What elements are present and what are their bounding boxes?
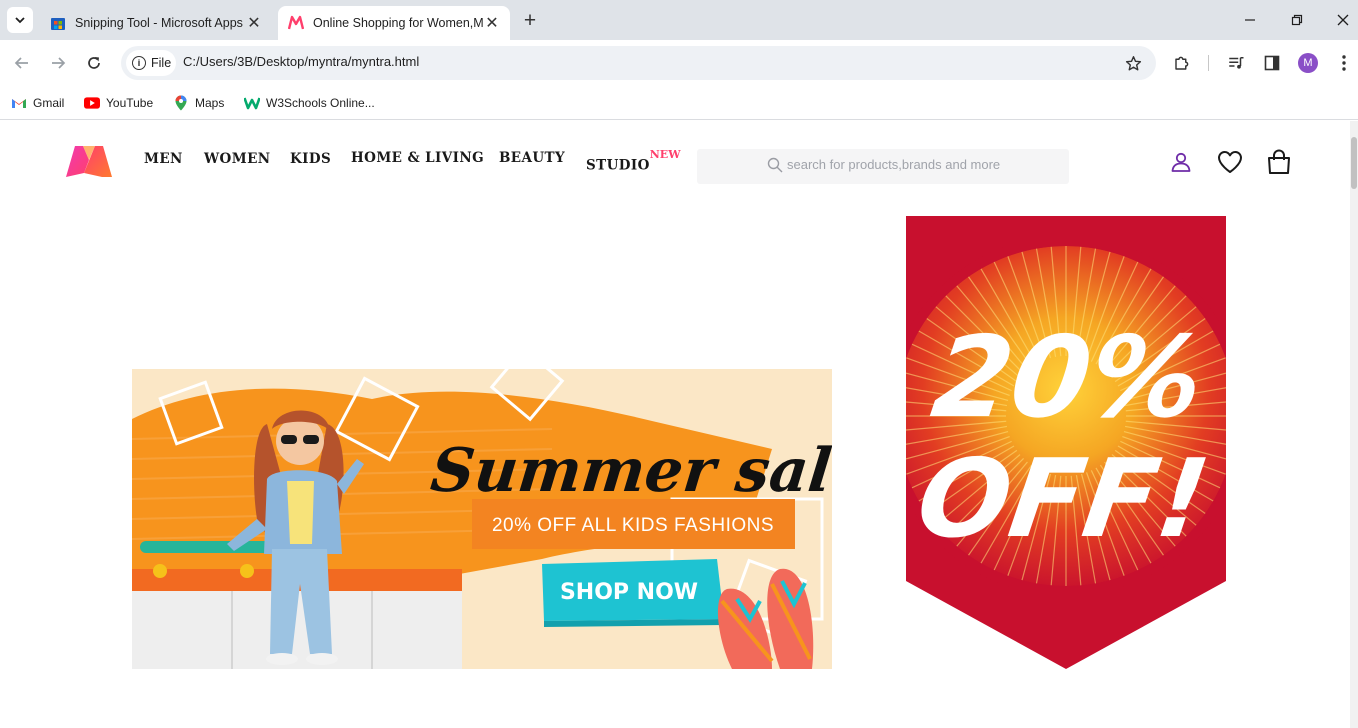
discount-line2: OFF! [910, 435, 1216, 561]
restore-icon [1291, 14, 1303, 26]
browser-menu-button[interactable] [1332, 51, 1356, 75]
bookmark-star-button[interactable] [1122, 52, 1144, 74]
nav-women[interactable]: WOMEN [204, 151, 271, 167]
myntra-logo[interactable] [64, 143, 114, 179]
puzzle-icon [1175, 56, 1189, 70]
site-info-chip[interactable]: i File [126, 50, 176, 76]
side-panel-icon [1264, 55, 1280, 71]
close-icon [1337, 14, 1349, 26]
wishlist-button[interactable] [1215, 147, 1245, 177]
restore-button[interactable] [1285, 8, 1309, 32]
address-bar[interactable]: i File C:/Users/3B/Desktop/myntra/myntra… [121, 46, 1156, 80]
discount-artwork: 20% OFF! [906, 216, 1226, 669]
summer-headline: Summer sale. [428, 436, 832, 506]
back-button[interactable] [9, 50, 35, 76]
wishlist-icon [1218, 151, 1242, 173]
info-icon: i [132, 56, 146, 70]
microsoft-store-icon [51, 18, 65, 30]
bookmarks-bar: Gmail YouTube Maps W3Schools Online... [0, 86, 1358, 120]
bookmark-maps[interactable]: Maps [173, 92, 224, 114]
toolbar-divider [1208, 55, 1209, 71]
minimize-button[interactable] [1238, 8, 1262, 32]
close-tab-icon[interactable]: ✕ [484, 15, 500, 32]
search-icon [767, 157, 783, 173]
tab-snipping-tool[interactable]: Snipping Tool - Microsoft Apps ✕ [40, 6, 272, 40]
tab-title: Online Shopping for Women,Men [313, 16, 484, 30]
discount-line1: 20% [925, 313, 1211, 443]
extensions-button[interactable] [1170, 51, 1194, 75]
profile-avatar[interactable]: M [1298, 53, 1318, 73]
myntra-favicon-icon [288, 15, 304, 30]
bookmark-label: Gmail [33, 96, 65, 110]
summer-sale-artwork: Summer sale. 20% OFF ALL KIDS FASHIONS S… [132, 369, 832, 669]
chevron-down-icon [15, 17, 25, 24]
nav-kids[interactable]: KIDS [290, 151, 331, 167]
discount-banner[interactable]: 20% OFF! [906, 216, 1226, 669]
profile-button[interactable] [1166, 147, 1196, 177]
profile-icon [1171, 152, 1191, 172]
nav-home-living[interactable]: HOME & LIVING [351, 150, 484, 166]
page-scrollbar[interactable] [1350, 121, 1358, 728]
tab-myntra[interactable]: Online Shopping for Women,Men ✕ [278, 6, 510, 40]
minimize-icon [1245, 19, 1255, 21]
bag-icon [1268, 149, 1290, 174]
bag-button[interactable] [1264, 147, 1294, 177]
forward-button[interactable] [45, 50, 71, 76]
shop-now-label: SHOP NOW [560, 580, 698, 605]
browser-toolbar: i File C:/Users/3B/Desktop/myntra/myntra… [0, 40, 1358, 86]
bookmark-w3schools[interactable]: W3Schools Online... [244, 92, 375, 114]
gmail-icon [11, 95, 27, 111]
close-window-button[interactable] [1331, 8, 1355, 32]
myntra-page: MEN WOMEN KIDS HOME & LIVING BEAUTY STUD… [0, 121, 1350, 728]
arrow-right-icon [52, 57, 66, 69]
close-tab-icon[interactable]: ✕ [246, 15, 262, 32]
youtube-icon [84, 95, 100, 111]
scrollbar-thumb[interactable] [1351, 137, 1357, 189]
star-icon [1125, 55, 1141, 71]
new-badge: NEW [649, 148, 681, 161]
search-box[interactable] [697, 149, 1069, 184]
reload-icon [88, 57, 100, 69]
url-text[interactable]: C:/Users/3B/Desktop/myntra/myntra.html [183, 54, 419, 69]
nav-studio-label: STUDIO [586, 157, 650, 174]
maps-icon [173, 95, 189, 111]
bookmark-label: Maps [195, 96, 225, 110]
more-vertical-icon [1342, 55, 1346, 71]
tab-search-button[interactable] [7, 7, 33, 33]
side-panel-button[interactable] [1260, 51, 1284, 75]
queue-music-icon [1229, 57, 1244, 69]
summer-sale-banner[interactable]: Summer sale. 20% OFF ALL KIDS FASHIONS S… [132, 369, 832, 669]
bookmark-youtube[interactable]: YouTube [84, 92, 153, 114]
shop-now-button[interactable]: SHOP NOW [542, 559, 724, 627]
search-input[interactable] [787, 157, 1057, 172]
tab-strip: Snipping Tool - Microsoft Apps ✕ Online … [0, 0, 1358, 40]
summer-subline: 20% OFF ALL KIDS FASHIONS [492, 515, 774, 536]
nav-men[interactable]: MEN [144, 151, 183, 167]
new-tab-button[interactable]: + [519, 9, 541, 32]
nav-studio[interactable]: STUDIONEW [586, 148, 681, 174]
site-chip-label: File [151, 56, 172, 70]
nav-beauty[interactable]: BEAUTY [499, 150, 565, 166]
bookmark-label: YouTube [106, 96, 154, 110]
bookmark-gmail[interactable]: Gmail [11, 92, 64, 114]
tab-title: Snipping Tool - Microsoft Apps [75, 16, 243, 30]
reload-button[interactable] [81, 50, 107, 76]
media-controls-button[interactable] [1224, 51, 1248, 75]
arrow-left-icon [14, 57, 28, 69]
w3schools-icon [244, 95, 260, 111]
bookmark-label: W3Schools Online... [266, 96, 375, 110]
